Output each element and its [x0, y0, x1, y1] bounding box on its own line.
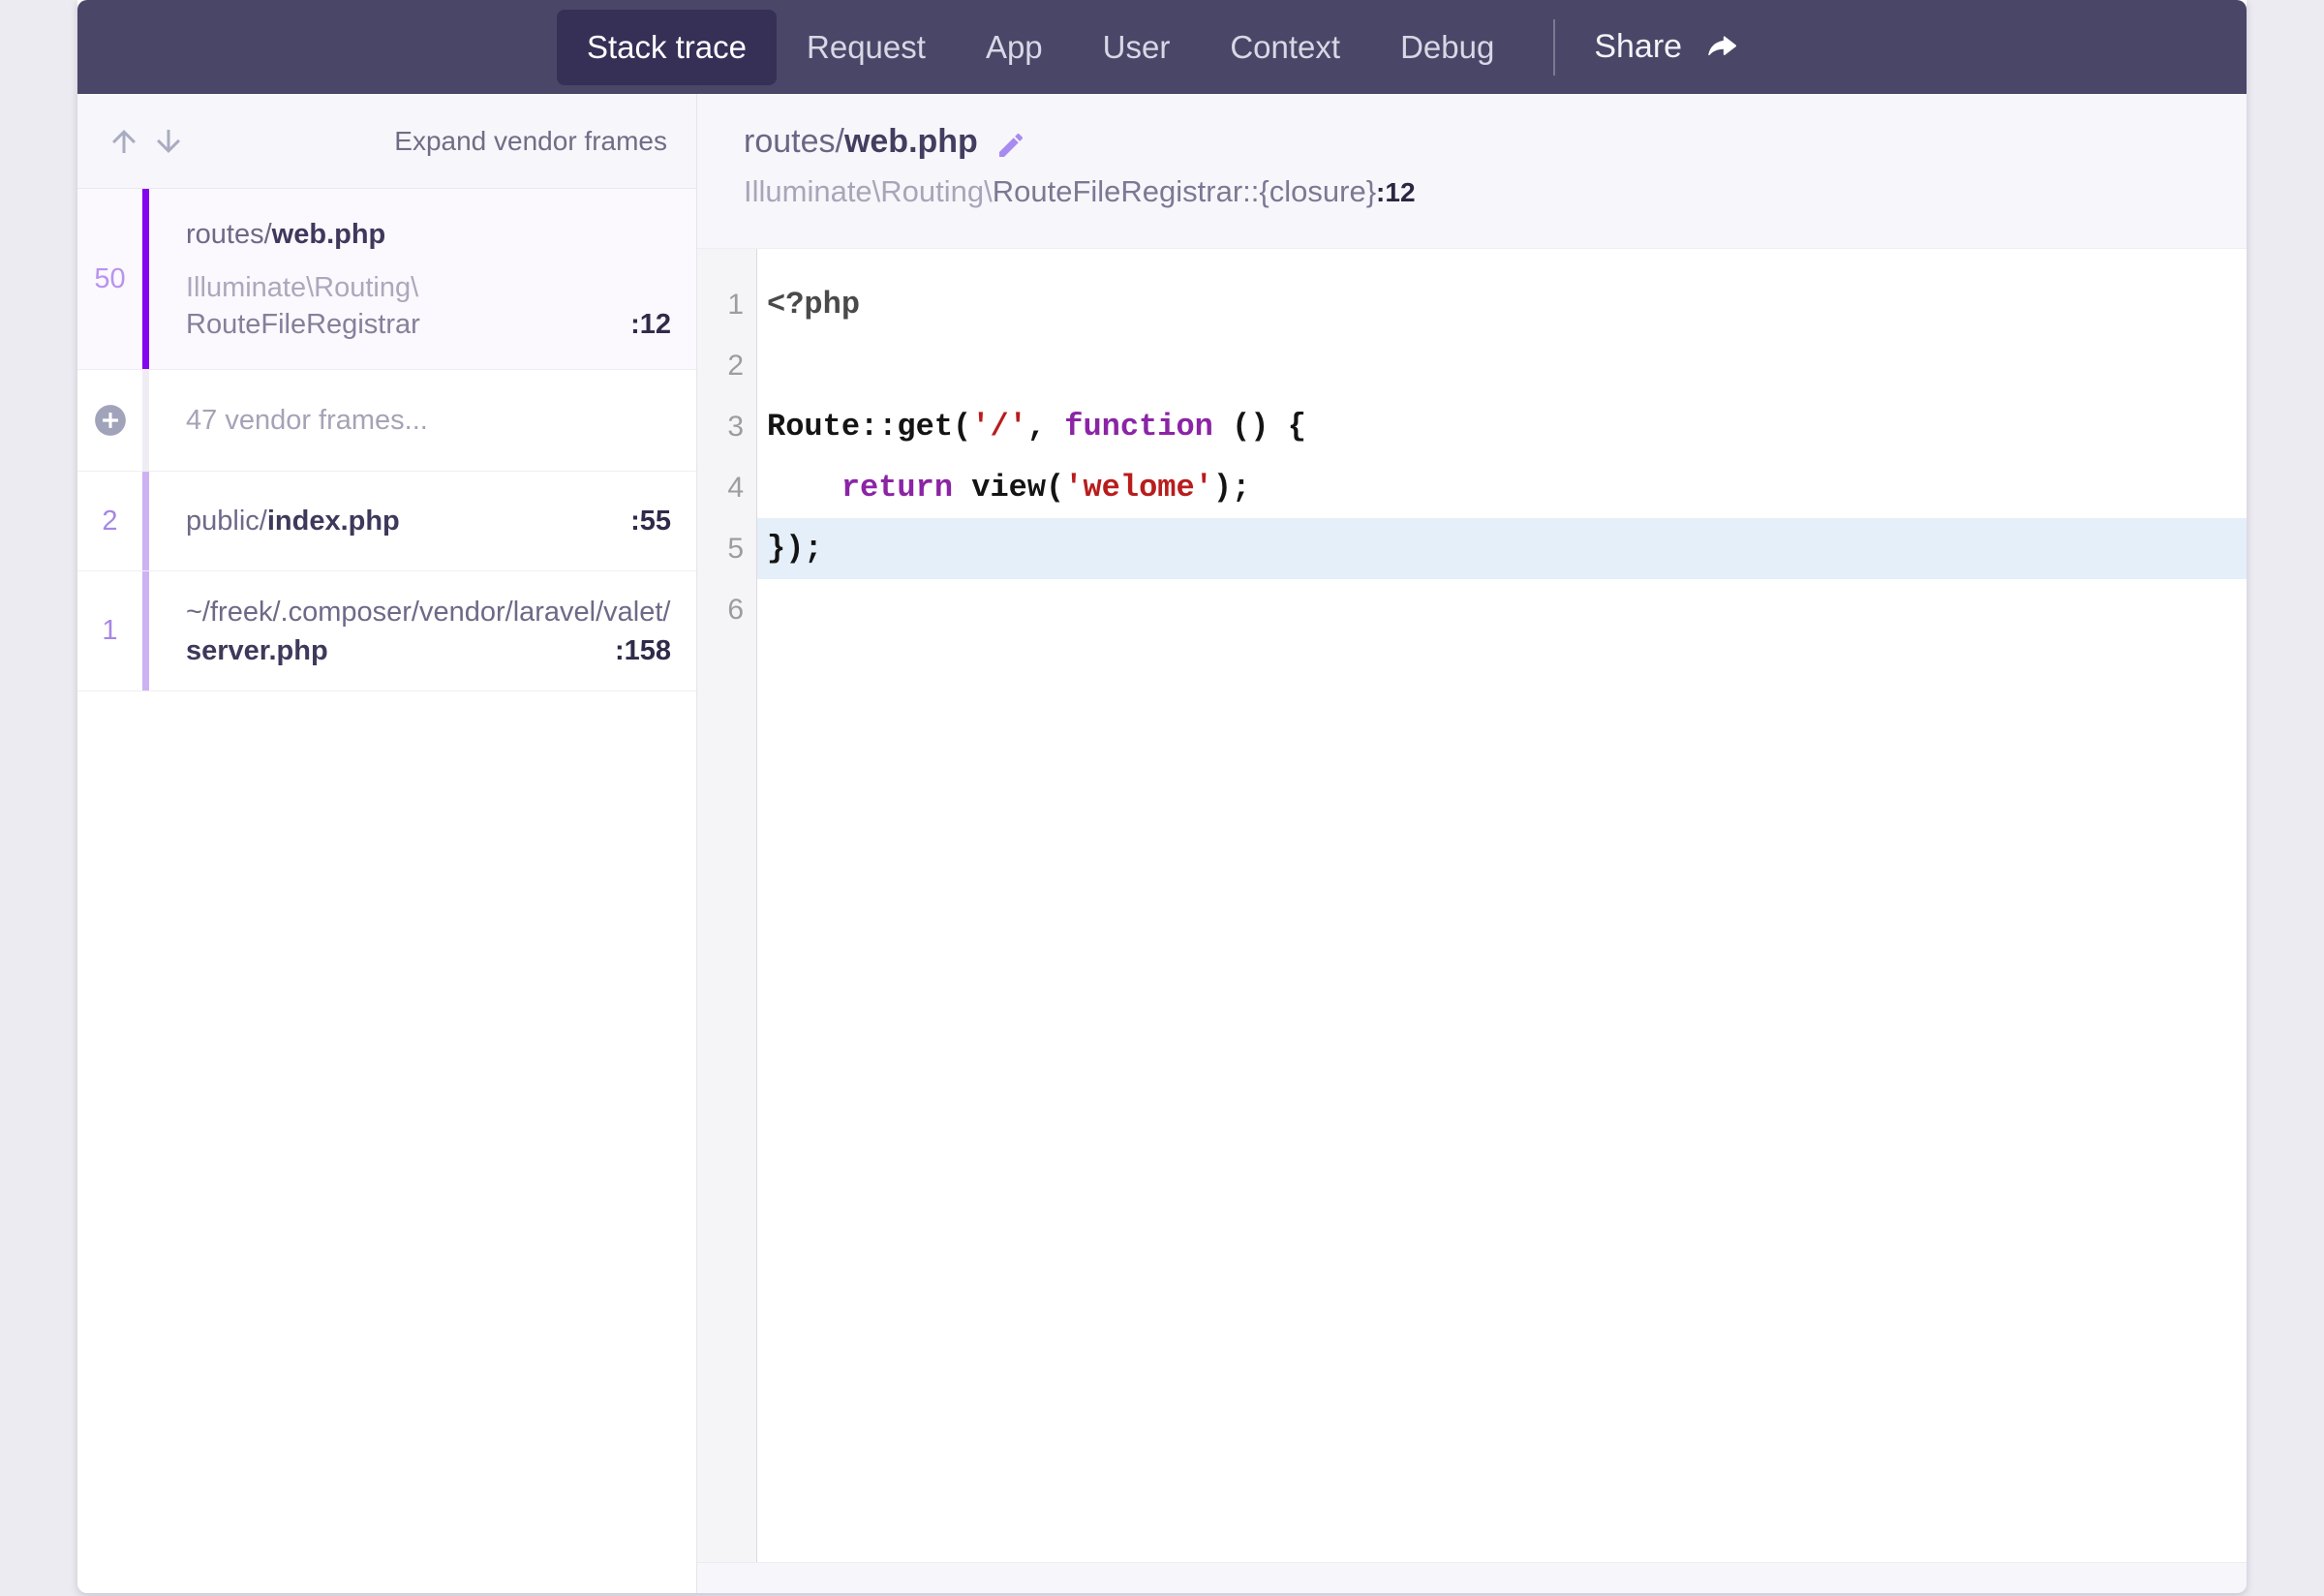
- frame-item[interactable]: 1 ~/freek/.composer/vendor/laravel/valet…: [77, 571, 696, 691]
- frame-number-cell: [77, 402, 142, 439]
- code-line: Route::get('/', function () {: [757, 396, 2247, 457]
- frame-path-prefix: routes/: [186, 215, 272, 254]
- nav-divider: [1553, 19, 1555, 76]
- code-line: return view('welome');: [757, 457, 2247, 518]
- frame-path-prefix: public/: [186, 502, 267, 540]
- frame-file-name: index.php: [267, 502, 400, 540]
- code-line: [757, 579, 2247, 640]
- sidebar-header: Expand vendor frames: [77, 94, 696, 189]
- line-number: 4: [697, 457, 756, 518]
- error-debugger-card: Stack traceRequestAppUserContextDebug Sh…: [77, 0, 2247, 1593]
- line-number: 3: [697, 396, 756, 457]
- frame-body: routes/web.php Illuminate\Routing\ Route…: [142, 189, 696, 369]
- previous-frame-button[interactable]: [105, 122, 143, 161]
- header-file-path: routes/web.php: [744, 119, 978, 170]
- top-nav: Stack traceRequestAppUserContextDebug Sh…: [77, 0, 2247, 94]
- frame-path-prefix: ~/freek/.composer/vendor/laravel/valet/: [186, 593, 671, 631]
- frame-item-selected[interactable]: 50 routes/web.php Illuminate\Routing\ Ro…: [77, 189, 696, 370]
- frame-number: 50: [77, 263, 142, 295]
- code-line: [757, 335, 2247, 396]
- share-icon: [1703, 31, 1740, 64]
- code-panel-footer: [697, 1562, 2247, 1593]
- edit-file-button[interactable]: [995, 130, 1026, 161]
- tab-debug[interactable]: Debug: [1370, 10, 1524, 85]
- header-file-name: web.php: [844, 123, 978, 160]
- nav-tabs: Stack traceRequestAppUserContextDebug: [557, 10, 1524, 85]
- frame-line-number: :158: [615, 631, 671, 670]
- frame-item[interactable]: 2 public/index.php :55: [77, 472, 696, 571]
- code-panel: routes/web.php Illuminate\Routing\RouteF…: [697, 94, 2247, 1593]
- frame-line-number: :12: [630, 306, 671, 343]
- vendor-frames-toggle[interactable]: 47 vendor frames...: [77, 370, 696, 472]
- line-number: 6: [697, 579, 756, 640]
- expand-vendor-frames-button[interactable]: Expand vendor frames: [394, 126, 667, 157]
- tab-stack-trace[interactable]: Stack trace: [557, 10, 777, 85]
- tab-user[interactable]: User: [1073, 10, 1201, 85]
- share-label: Share: [1594, 28, 1682, 66]
- code-line-highlighted: });: [757, 518, 2247, 579]
- frame-body: 47 vendor frames...: [142, 370, 696, 471]
- header-line-number: :12: [1376, 171, 1415, 214]
- arrow-up-icon: [107, 124, 141, 159]
- vendor-frames-label: 47 vendor frames...: [186, 405, 671, 437]
- frame-body: public/index.php :55: [142, 472, 696, 570]
- frame-line-number: :55: [630, 502, 671, 540]
- line-number: 2: [697, 335, 756, 396]
- frame-body: ~/freek/.composer/vendor/laravel/valet/ …: [142, 571, 696, 691]
- header-namespace: Illuminate\Routing\: [744, 170, 993, 213]
- code-editor: 123456 <?phpRoute::get('/', function () …: [697, 249, 2247, 1562]
- frame-class-name: RouteFileRegistrar: [186, 306, 420, 343]
- code-panel-header: routes/web.php Illuminate\Routing\RouteF…: [697, 94, 2247, 249]
- nav-tab-group: Stack traceRequestAppUserContextDebug Sh…: [557, 10, 1767, 85]
- plus-circle-icon: [92, 402, 129, 439]
- arrow-down-icon: [151, 124, 186, 159]
- line-number-gutter: 123456: [697, 249, 757, 1562]
- code-content[interactable]: <?phpRoute::get('/', function () { retur…: [757, 249, 2247, 1562]
- header-path-prefix: routes/: [744, 123, 844, 160]
- next-frame-button[interactable]: [149, 122, 188, 161]
- frame-namespace: Illuminate\Routing\: [186, 269, 671, 306]
- frame-file-name: server.php: [186, 631, 328, 670]
- frame-list: 50 routes/web.php Illuminate\Routing\ Ro…: [77, 189, 696, 1593]
- tab-context[interactable]: Context: [1200, 10, 1370, 85]
- frame-number: 1: [77, 615, 142, 647]
- stack-trace-sidebar: Expand vendor frames 50 routes/web.php I…: [77, 94, 697, 1593]
- tab-app[interactable]: App: [956, 10, 1073, 85]
- share-button[interactable]: Share: [1567, 28, 1767, 66]
- pencil-icon: [995, 130, 1026, 161]
- code-line: <?php: [757, 274, 2247, 335]
- line-number: 1: [697, 274, 756, 335]
- line-number: 5: [697, 518, 756, 579]
- frame-number: 2: [77, 506, 142, 537]
- tab-request[interactable]: Request: [777, 10, 956, 85]
- content-area: Expand vendor frames 50 routes/web.php I…: [77, 94, 2247, 1593]
- frame-file-name: web.php: [272, 215, 386, 254]
- header-method: RouteFileRegistrar::{closure}: [993, 170, 1376, 213]
